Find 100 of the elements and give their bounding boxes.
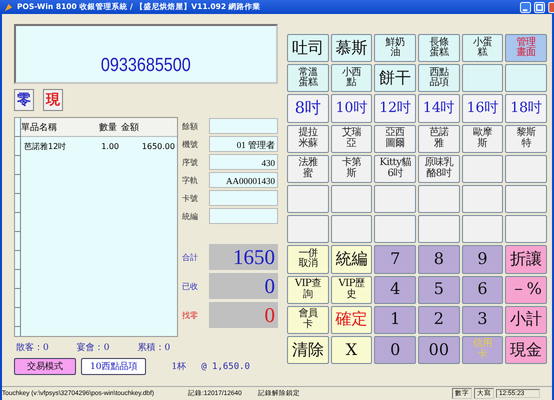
key-button[interactable]: 7 — [374, 245, 416, 274]
total-label: 合計 — [182, 252, 199, 262]
key-button[interactable]: 9 — [462, 245, 504, 274]
key-button[interactable]: 提拉 米蘇 — [287, 124, 329, 153]
key-button[interactable]: 5 — [418, 276, 460, 304]
blank-key[interactable] — [462, 64, 504, 92]
key-button[interactable]: 卡第 斯 — [330, 154, 372, 183]
blank-key[interactable] — [330, 215, 372, 244]
total-label: 找零 — [182, 310, 199, 320]
key-button[interactable]: 歐摩 斯 — [462, 124, 504, 153]
total-label: 已收 — [182, 280, 199, 292]
key-button[interactable]: 0 — [374, 336, 416, 364]
key-button[interactable]: 小計 — [505, 306, 547, 334]
blank-key[interactable] — [287, 184, 329, 214]
column-header: 金額 — [121, 122, 140, 134]
field-label: 餘額 — [182, 120, 199, 132]
key-button[interactable]: 鮮奶 油 — [374, 34, 416, 62]
total-value: 0 — [209, 302, 278, 328]
key-button[interactable]: 12吋 — [374, 94, 416, 123]
column-header: 單品名稱 — [21, 122, 58, 134]
key-button[interactable]: 吐司 — [287, 34, 329, 62]
blank-key[interactable] — [505, 154, 547, 183]
key-button[interactable]: 3 — [462, 306, 504, 334]
app-icon — [3, 2, 14, 12]
key-button[interactable]: 原味乳 酪8吋 — [418, 154, 460, 183]
key-button[interactable]: 慕斯 — [330, 34, 372, 62]
column-header: 數量 — [98, 122, 118, 134]
key-button[interactable]: 會員 卡 — [287, 306, 329, 334]
key-button[interactable]: 14吋 — [418, 94, 460, 123]
blank-key[interactable] — [374, 184, 416, 214]
mode-button[interactable]: 現 — [43, 89, 63, 111]
key-button[interactable]: 6 — [462, 276, 504, 304]
blank-key[interactable] — [462, 184, 504, 214]
key-button[interactable]: 確定 — [330, 306, 372, 334]
total-value: 1650 — [209, 244, 278, 270]
price-text: @ 1,650.0 — [201, 362, 250, 372]
key-button[interactable]: 艾瑞 亞 — [330, 124, 372, 153]
key-button[interactable]: 法雅 蜜 — [287, 154, 329, 183]
counter-text: 散客：0 — [16, 342, 49, 354]
key-button[interactable]: －% — [505, 276, 547, 304]
key-button[interactable]: X — [330, 336, 372, 364]
blank-key[interactable] — [418, 184, 460, 214]
info-field — [209, 190, 278, 206]
table-cell-text: 1.00 — [100, 142, 120, 150]
key-button[interactable]: 18吋 — [505, 94, 547, 123]
quantity-text: 1杯 — [171, 360, 186, 373]
key-button[interactable]: 折讓 — [505, 245, 547, 274]
key-button[interactable]: 4 — [374, 276, 416, 304]
info-field — [209, 208, 278, 224]
key-button[interactable]: 一併 取消 — [287, 245, 329, 274]
key-button[interactable]: 統編 — [330, 245, 372, 274]
blank-key[interactable] — [330, 184, 372, 214]
key-button[interactable]: 小西 點 — [330, 64, 372, 92]
blank-key[interactable] — [418, 215, 460, 244]
mode-button[interactable]: 交易模式 — [14, 358, 76, 375]
key-button[interactable]: 2 — [418, 306, 460, 334]
blank-key[interactable] — [462, 215, 504, 244]
key-button[interactable]: 西點 品項 — [418, 64, 460, 92]
minimize-icon[interactable] — [520, 2, 531, 12]
key-button[interactable]: 16吋 — [462, 94, 504, 123]
key-button[interactable]: 現金 — [505, 336, 547, 364]
close-icon[interactable] — [548, 2, 554, 12]
key-button[interactable]: 小蛋 糕 — [462, 34, 504, 62]
maximize-icon[interactable] — [534, 2, 545, 12]
field-label: 卡號 — [182, 192, 199, 204]
table-cell-text: 1650.00 — [140, 142, 176, 150]
key-button[interactable]: 黎斯 特 — [505, 124, 547, 153]
key-button[interactable]: 1 — [374, 306, 416, 334]
blank-key[interactable] — [505, 64, 547, 92]
table-cell-text: 芭諾雅12吋 — [23, 140, 68, 152]
key-button[interactable]: 芭諾 雅 — [418, 124, 460, 153]
key-button[interactable]: 8吋 — [287, 94, 329, 123]
counter-text: 宴會：0 — [76, 342, 110, 354]
key-button[interactable]: 10吋 — [330, 94, 372, 123]
info-field: 01 管理者 — [209, 136, 278, 152]
key-button[interactable]: 長條 蛋糕 — [418, 34, 460, 62]
blank-key[interactable] — [505, 215, 547, 244]
info-field — [209, 118, 278, 134]
blank-key[interactable] — [287, 215, 329, 244]
key-button[interactable]: VIP查 詢 — [287, 276, 329, 304]
key-button[interactable]: VIP歷 史 — [330, 276, 372, 304]
key-button[interactable]: 餅干 — [374, 64, 416, 92]
phone-number: 0933685500 — [101, 55, 191, 77]
info-field: 430 — [209, 154, 278, 170]
blank-key[interactable] — [374, 215, 416, 244]
key-button[interactable]: 8 — [418, 245, 460, 274]
key-button[interactable]: Kitty貓 6吋 — [374, 154, 416, 183]
field-label: 統編 — [182, 210, 199, 222]
mode-button[interactable]: 10西點品項 — [81, 358, 146, 375]
key-button[interactable]: 清除 — [287, 336, 329, 364]
info-field: AA00001430 — [209, 172, 278, 188]
key-button[interactable]: 亞西 圖爾 — [374, 124, 416, 153]
key-button[interactable]: 00 — [418, 336, 460, 364]
blank-key[interactable] — [505, 184, 547, 214]
field-label: 字軌 — [182, 174, 199, 186]
key-button[interactable]: 常溫 蛋糕 — [287, 64, 329, 92]
mode-button[interactable]: 零 — [14, 89, 34, 111]
blank-key[interactable] — [462, 154, 504, 183]
field-label: 機號 — [182, 138, 199, 150]
counter-text: 累積：0 — [137, 342, 170, 354]
